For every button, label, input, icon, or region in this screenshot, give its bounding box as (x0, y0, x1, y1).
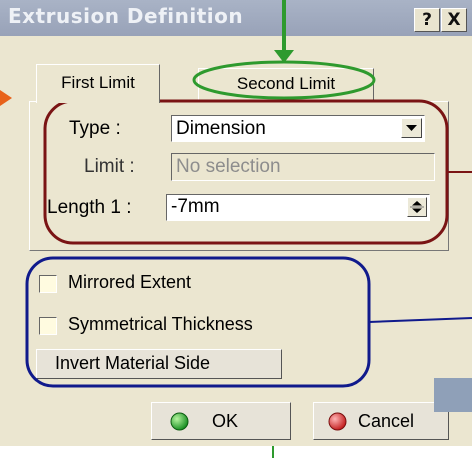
symmetrical-thickness-label: Symmetrical Thickness (68, 314, 253, 334)
window-title: Extrusion Definition (8, 4, 244, 28)
symmetrical-thickness-checkbox[interactable] (39, 317, 57, 335)
spinner-arrows-icon[interactable] (407, 197, 427, 217)
ok-green-icon (170, 412, 189, 431)
close-button[interactable]: X (441, 8, 467, 32)
length-spinner[interactable]: -7mm (166, 194, 430, 221)
cancel-red-icon (328, 412, 347, 431)
ok-button[interactable]: OK (151, 402, 291, 440)
mirrored-extent-checkbox[interactable] (39, 275, 57, 293)
length-value: -7mm (171, 196, 220, 217)
cancel-button[interactable]: Cancel (313, 402, 449, 440)
limit-label: Limit : (84, 156, 135, 177)
mirrored-extent-label: Mirrored Extent (68, 272, 192, 292)
limit-placeholder: No selection (176, 156, 281, 177)
tab-first-limit[interactable]: First Limit (36, 64, 160, 103)
type-value: Dimension (176, 118, 266, 139)
dialog-screenshot: Extrusion Definition ? X First Limit Sec… (0, 0, 472, 458)
cancel-label: Cancel (358, 411, 415, 431)
ok-label: OK (212, 411, 239, 431)
type-dropdown[interactable]: Dimension (171, 115, 425, 142)
invert-material-side-button[interactable]: Invert Material Side (36, 349, 282, 379)
length-label: Length 1 : (47, 197, 132, 218)
help-button[interactable]: ? (414, 8, 440, 32)
dropdown-arrow-icon[interactable] (401, 118, 422, 138)
tab-second-limit[interactable]: Second Limit (198, 68, 374, 102)
type-label: Type : (69, 118, 121, 139)
limit-selection-field[interactable]: No selection (171, 153, 435, 181)
title-bar: Extrusion Definition ? X (0, 0, 472, 36)
